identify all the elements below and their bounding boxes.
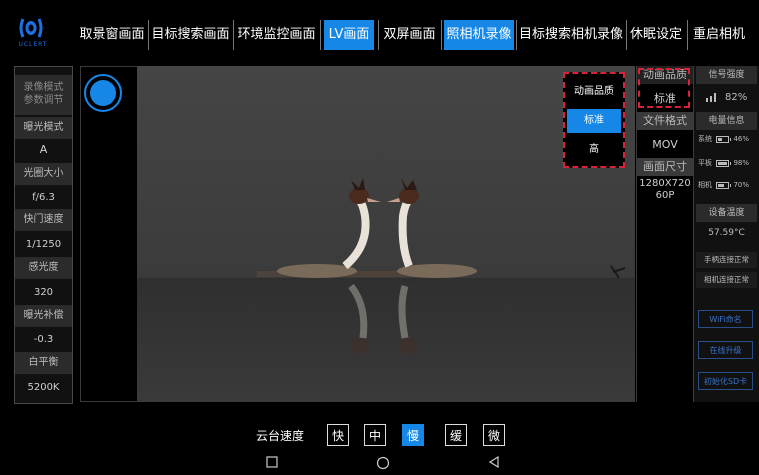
ptz-speed-slow[interactable]: 慢	[402, 424, 424, 446]
tab-viewfinder[interactable]: 取景窗画面	[76, 20, 148, 50]
battery-row-camera: 相机 70%	[696, 180, 759, 190]
battery-icon	[716, 181, 732, 189]
battery-icon	[716, 159, 732, 167]
file-format-value[interactable]: MOV	[637, 138, 693, 151]
iso-label: 感光度	[15, 257, 72, 279]
tab-sleep-settings[interactable]: 休眠设定	[627, 20, 685, 50]
battery-name: 相机	[698, 181, 712, 189]
circle-icon[interactable]	[376, 456, 390, 470]
shutter-speed-label: 快门速度	[15, 209, 72, 231]
exposure-comp-label: 曝光补偿	[15, 305, 72, 327]
square-icon[interactable]	[266, 456, 278, 468]
frame-size-resolution: 1280X720	[639, 178, 691, 189]
aperture-value[interactable]: f/6.3	[15, 187, 72, 209]
nav-divider	[441, 20, 442, 50]
quality-option-title: 动画品质	[574, 86, 614, 97]
video-settings-column: 动画品质 标准 文件格式 MOV 画面尺寸 1280X720 60P	[636, 66, 694, 402]
tab-target-search[interactable]: 目标搜索画面	[149, 20, 232, 50]
camera-connection-status: 相机连接正常	[696, 272, 757, 288]
live-view-side-strip	[80, 66, 137, 402]
top-nav-bar: UCLERT 取景窗画面 目标搜索画面 环境监控画面 LV画面 双屏画面 照相机…	[0, 0, 759, 66]
frame-size-value[interactable]: 1280X720 60P	[637, 178, 693, 202]
tab-lv-view[interactable]: LV画面	[324, 20, 374, 50]
wifi-rename-button[interactable]: WiFi命名	[698, 310, 753, 328]
battery-info-label: 电量信息	[696, 112, 757, 130]
ptz-speed-micro[interactable]: 微	[483, 424, 505, 446]
handle-connection-status: 手柄连接正常	[696, 252, 757, 268]
white-balance-label: 白平衡	[15, 352, 72, 374]
iso-value[interactable]: 320	[15, 282, 72, 304]
tab-camera-record[interactable]: 照相机录像	[444, 20, 514, 50]
battery-icon	[716, 135, 732, 143]
record-button-core	[90, 80, 116, 106]
exposure-comp-value[interactable]: -0.3	[15, 329, 72, 351]
preview-photo	[137, 178, 635, 402]
nav-divider	[687, 20, 688, 50]
frame-size-fps: 60P	[655, 190, 675, 201]
device-temp-label: 设备温度	[696, 204, 757, 222]
ptz-speed-gentle[interactable]: 缓	[445, 424, 467, 446]
battery-value: 70%	[733, 181, 750, 189]
tab-dual-screen[interactable]: 双屏画面	[381, 20, 438, 50]
shutter-speed-value[interactable]: 1/1250	[15, 234, 72, 256]
back-triangle-icon[interactable]	[488, 456, 500, 468]
frame-size-label: 画面尺寸	[637, 158, 693, 176]
quality-option-high[interactable]: 高	[567, 138, 621, 162]
battery-name: 系统	[698, 135, 712, 143]
white-balance-value[interactable]: 5200K	[15, 377, 72, 399]
exposure-mode-label: 曝光模式	[15, 117, 72, 139]
nav-divider	[378, 20, 379, 50]
device-temp-value: 57.59°C	[708, 228, 745, 238]
record-button[interactable]	[84, 74, 122, 112]
right-grebe	[387, 178, 477, 278]
quality-dropdown-menu: 动画品质 标准 高	[563, 72, 625, 168]
exposure-mode-value[interactable]: A	[15, 139, 72, 161]
signal-strength-label: 信号强度	[696, 66, 757, 84]
tab-environment-monitor[interactable]: 环境监控画面	[234, 20, 319, 50]
signal-strength-row: 82%	[696, 92, 757, 103]
ptz-speed-medium[interactable]: 中	[364, 424, 386, 446]
logo-text: UCLERT	[18, 41, 48, 48]
tab-target-search-record[interactable]: 目标搜索相机录像	[518, 20, 624, 50]
battery-value: 46%	[733, 135, 750, 143]
record-params-panel: 录像模式参数调节 曝光模式 A 光圈大小 f/6.3 快门速度 1/1250 感…	[14, 66, 73, 404]
format-sd-button[interactable]: 初始化SD卡	[698, 372, 753, 390]
ptz-speed-label: 云台速度	[256, 429, 305, 443]
nav-divider	[320, 20, 321, 50]
params-panel-title: 录像模式参数调节	[15, 75, 72, 115]
signal-strength-value: 82%	[724, 92, 748, 103]
nav-divider	[516, 20, 517, 50]
device-status-column: 信号强度 82% 电量信息 系统 46% 平板 98% 相机 70% 设备温度 …	[694, 66, 759, 402]
online-upgrade-button[interactable]: 在线升级	[698, 341, 753, 359]
battery-row-system: 系统 46%	[696, 134, 759, 144]
live-view-preview[interactable]	[137, 66, 635, 402]
battery-name: 平板	[698, 159, 712, 167]
battery-value: 98%	[733, 159, 750, 167]
tab-restart-camera[interactable]: 重启相机	[689, 20, 749, 50]
left-grebe	[277, 178, 381, 278]
battery-row-tablet: 平板 98%	[696, 158, 759, 168]
ptz-speed-fast[interactable]: 快	[327, 424, 349, 446]
aperture-label: 光圈大小	[15, 163, 72, 185]
signal-bars-icon	[705, 92, 716, 102]
file-format-label: 文件格式	[637, 112, 693, 130]
logo-icon	[19, 18, 43, 38]
quality-highlight-box	[638, 68, 690, 108]
quality-option-standard[interactable]: 标准	[567, 109, 621, 133]
app-logo: UCLERT	[14, 16, 52, 50]
